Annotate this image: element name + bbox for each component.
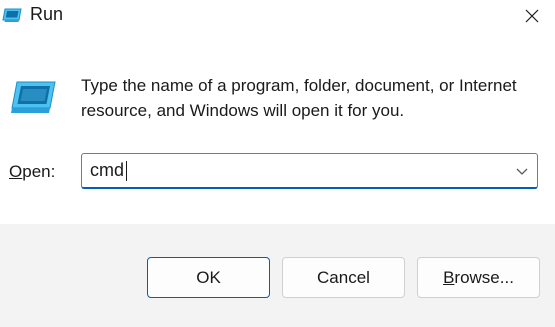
run-app-icon [2, 8, 22, 22]
browse-accelerator: B [443, 267, 455, 287]
dialog-content: Type the name of a program, folder, docu… [0, 34, 555, 224]
open-label: Open: [9, 162, 55, 182]
title-bar[interactable]: Run [0, 0, 555, 34]
run-dialog: Run Type the name of a program, folder, … [0, 0, 555, 327]
browse-button[interactable]: Browse... [417, 257, 540, 298]
window-title: Run [30, 4, 64, 24]
close-button[interactable] [509, 0, 555, 32]
run-app-icon [11, 81, 56, 113]
browse-label: rowse... [454, 267, 514, 287]
button-bar: OK Cancel Browse... [0, 224, 555, 327]
text-caret [126, 161, 127, 181]
open-label-accelerator: O [9, 162, 23, 181]
open-combobox[interactable] [81, 153, 538, 189]
open-label-text: pen: [22, 162, 56, 181]
description-text: Type the name of a program, folder, docu… [81, 76, 517, 120]
ok-button[interactable]: OK [147, 257, 270, 298]
chevron-down-icon[interactable] [513, 162, 531, 180]
close-icon [525, 9, 539, 23]
cancel-button[interactable]: Cancel [282, 257, 405, 298]
open-input[interactable] [90, 154, 490, 187]
